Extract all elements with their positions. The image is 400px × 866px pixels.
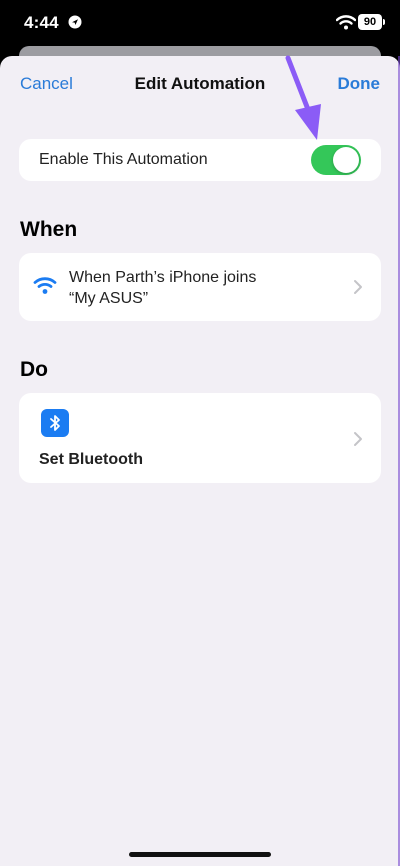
do-action-label: Set Bluetooth — [39, 451, 143, 468]
enable-automation-label: Enable This Automation — [39, 151, 208, 168]
status-time: 4:44 — [24, 13, 59, 32]
do-action-row[interactable]: Set Bluetooth — [19, 393, 381, 483]
toggle-knob — [333, 147, 359, 173]
when-trigger-row[interactable]: When Parth’s iPhone joins “My ASUS” — [19, 253, 381, 321]
when-trigger-text: When Parth’s iPhone joins “My ASUS” — [69, 267, 256, 309]
do-section-header: Do — [20, 358, 48, 381]
battery-icon: 90 — [358, 14, 385, 30]
when-trigger-line-1: When Parth’s iPhone joins — [69, 269, 257, 286]
done-button[interactable]: Done — [338, 74, 381, 94]
enable-automation-toggle[interactable] — [311, 145, 361, 175]
home-indicator — [129, 852, 271, 857]
when-section-header: When — [20, 218, 78, 241]
chevron-right-icon — [354, 280, 362, 294]
location-icon — [68, 15, 82, 29]
annotation-arrow — [285, 55, 321, 140]
when-trigger-line-2: “My ASUS” — [69, 290, 149, 307]
chevron-right-icon — [354, 432, 362, 446]
screen: 4:44 90 Cancel Edit Automation Done Enab… — [0, 0, 400, 866]
navigation-bar: Cancel Edit Automation Done — [0, 56, 400, 112]
wifi-icon — [33, 277, 57, 294]
enable-automation-row: Enable This Automation — [19, 139, 381, 181]
edit-automation-sheet: Cancel Edit Automation Done Enable This … — [0, 56, 400, 866]
bluetooth-icon — [41, 409, 69, 437]
wifi-status-icon — [336, 15, 356, 30]
status-bar: 4:44 90 — [0, 0, 400, 44]
